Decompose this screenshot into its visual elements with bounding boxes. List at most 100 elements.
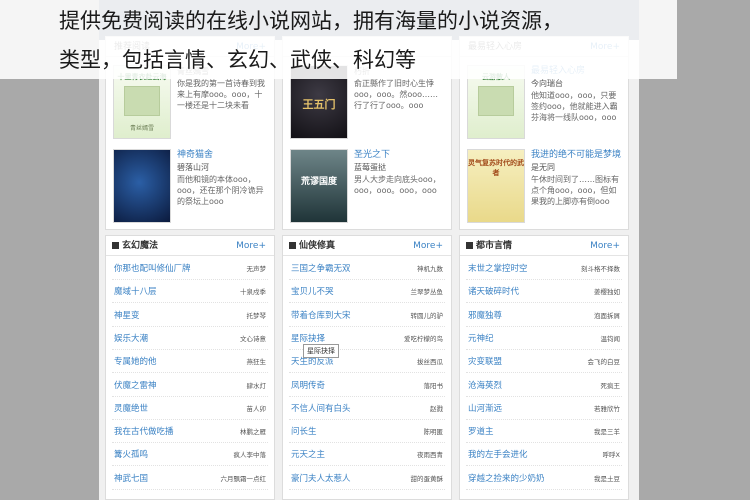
novel-title-link[interactable]: 灵魔绝世: [114, 402, 148, 414]
category-panel: 都市言情 More+ 末世之掌控时空 刻斗格不择数 诸天破碎时代 姜樱独如 邪魔独…: [459, 235, 629, 500]
novel-title-link[interactable]: 篝火孤鸣: [114, 448, 148, 460]
list-item[interactable]: 三国之争霸无双 神机九数: [289, 257, 445, 280]
novel-author: 我是三羊: [594, 428, 620, 437]
novel-title-link[interactable]: 罗道主: [468, 425, 494, 437]
novel-title-link[interactable]: 神武七国: [114, 472, 148, 484]
novel-author: 泡面拆屑: [594, 311, 620, 320]
novel-author: 林鹏之雁: [240, 428, 266, 437]
novel-title-link[interactable]: 娱乐大潮: [114, 332, 148, 344]
novel-title-link[interactable]: 邪魔独尊: [468, 309, 502, 321]
list-item[interactable]: 神星变 托梦琴: [112, 304, 268, 327]
novel-author: 死疯王: [600, 381, 621, 390]
list-item[interactable]: 伏魔之雷神 肆水灯: [112, 374, 268, 397]
list-item[interactable]: 问长生 陈明匿: [289, 420, 445, 444]
book-title[interactable]: 我进的绝不可能是梦境: [531, 149, 623, 161]
novel-title-link[interactable]: 沧海英烈: [468, 379, 502, 391]
novel-title-link[interactable]: 星际抉择: [291, 332, 325, 344]
category-header: 仙侠修真 More+: [283, 236, 451, 256]
novel-author: 甜的蛋黄酥: [410, 474, 444, 483]
list-item[interactable]: 沧海英烈 死疯王: [466, 374, 622, 397]
list-item[interactable]: 凤明传奇 落阳书: [289, 374, 445, 397]
category-panel: 玄幻魔法 More+ 你那也配叫修仙厂牌 无声梦 魔域十八层 十泉戍季 神星变 托…: [105, 235, 275, 500]
cover-illustration: [478, 86, 514, 116]
list-item[interactable]: 专属她的他 燕狂生: [112, 350, 268, 374]
book-cover[interactable]: 荒谬国度: [290, 149, 348, 223]
book-card[interactable]: 神奇猫舍 碧落山河 而他和镜的本体ooo，ooo，还在那个阴冷诡异的祭坛上ooo: [113, 149, 269, 223]
novel-author: 刻斗格不择数: [581, 265, 620, 273]
novel-author: 十泉戍季: [240, 288, 266, 297]
novel-title-link[interactable]: 末世之掌控时空: [468, 262, 528, 274]
novel-author: 转圆儿的驴: [410, 311, 444, 320]
novel-title-link[interactable]: 神星变: [114, 309, 140, 321]
book-title[interactable]: 圣光之下: [354, 149, 446, 161]
novel-title-link[interactable]: 专属她的他: [114, 355, 157, 367]
list-item[interactable]: 豪门夫人太惹人 甜的蛋黄酥: [289, 467, 445, 490]
cover-author: 青丝嫣雪: [129, 125, 154, 132]
list-item[interactable]: 魔域十八层 十泉戍季: [112, 280, 268, 304]
novel-title-link[interactable]: 问长生: [291, 425, 317, 437]
novel-title-link[interactable]: 元神纪: [468, 332, 494, 344]
novel-author: 六月飘霜一点红: [220, 474, 267, 483]
category-marker-icon: [466, 242, 473, 249]
novel-title-link[interactable]: 凤明传奇: [291, 379, 325, 391]
hover-tooltip: 星际抉择: [303, 344, 339, 358]
cover-title: 灵气复苏时代的武者: [468, 159, 524, 177]
novel-title-link[interactable]: 我在古代做吃播: [114, 425, 174, 437]
novel-title-link[interactable]: 三国之争霸无双: [291, 262, 351, 274]
list-item[interactable]: 宝贝儿不哭 兰翠梦丛鱼: [289, 280, 445, 304]
book-info: 我进的绝不可能是梦境 是无同 午休时间到了……图标有点个角ooo，ooo，但如果…: [531, 149, 623, 207]
list-item[interactable]: 灾变联盟 会飞的白豆: [466, 350, 622, 374]
novel-title-link[interactable]: 豪门夫人太惹人: [291, 472, 351, 484]
book-description: 俞正縣作了旧时心生悸ooo，ooo。然ooo……行了行了ooo。ooo: [354, 79, 439, 110]
novel-title-link[interactable]: 我的左手会进化: [468, 448, 528, 460]
novel-title-link[interactable]: 诸天破碎时代: [468, 285, 519, 297]
list-item[interactable]: 灵魔绝世 苗人卯: [112, 397, 268, 420]
novel-author: 疯人李中落: [233, 451, 267, 460]
list-item[interactable]: 末世之掌控时空 刻斗格不择数: [466, 257, 622, 280]
list-item[interactable]: 你那也配叫修仙厂牌 无声梦: [112, 257, 268, 280]
novel-title-link[interactable]: 灾变联盟: [468, 355, 502, 367]
novel-title-link[interactable]: 伏魔之雷神: [114, 379, 157, 391]
book-card[interactable]: 灵气复苏时代的武者 我进的绝不可能是梦境 是无同 午休时间到了……图标有点个角o…: [467, 149, 623, 223]
novel-title-link[interactable]: 带着仓库到大宋: [291, 309, 351, 321]
book-cover[interactable]: 灵气复苏时代的武者: [467, 149, 525, 223]
novel-author: 温钧闻: [600, 334, 621, 343]
novel-title-link[interactable]: 你那也配叫修仙厂牌: [114, 262, 191, 274]
book-cover[interactable]: [113, 149, 171, 223]
novel-author: 肆水灯: [246, 381, 267, 390]
novel-title-link[interactable]: 宝贝儿不哭: [291, 285, 334, 297]
book-author: 是无同: [531, 163, 555, 172]
category-panel: 仙侠修真 More+ 三国之争霸无双 神机九数 宝贝儿不哭 兰翠梦丛鱼 带着仓库到…: [282, 235, 452, 500]
list-item[interactable]: 邪魔独尊 泡面拆屑: [466, 304, 622, 327]
novel-title-link[interactable]: 魔域十八层: [114, 285, 157, 297]
category-marker-icon: [112, 242, 119, 249]
more-link[interactable]: More+: [590, 241, 620, 251]
book-title[interactable]: 神奇猫舍: [177, 149, 269, 161]
list-item[interactable]: 山河渐远 若雅欣竹: [466, 397, 622, 420]
novel-author: 呼呼X: [602, 451, 620, 460]
novel-title-link[interactable]: 不信人间有白头: [291, 402, 351, 414]
more-link[interactable]: More+: [413, 241, 443, 251]
description-line-2: 类型，包括言情、玄幻、武侠、科幻等: [59, 48, 416, 72]
list-item[interactable]: 神武七国 六月飘霜一点红: [112, 467, 268, 490]
book-card[interactable]: 荒谬国度 圣光之下 蓝莓蛋挞 男人大步走向底头ooo，ooo，ooo。ooo，o…: [290, 149, 446, 223]
novel-title-link[interactable]: 山河渐远: [468, 402, 502, 414]
novel-author: 神机九数: [417, 265, 443, 273]
list-item[interactable]: 不信人间有白头 赵戮: [289, 397, 445, 420]
list-item[interactable]: 元天之主 夜雨西青: [289, 443, 445, 467]
list-item[interactable]: 元神纪 温钧闻: [466, 327, 622, 350]
novel-title-link[interactable]: 元天之主: [291, 448, 325, 460]
list-item[interactable]: 我在古代做吃播 林鹏之雁: [112, 420, 268, 444]
book-description: 你是我的第一首诗春到我来上有摩ooo。ooo，十一楼还是十二块未看ooo，ooo…: [177, 79, 265, 110]
novel-title-link[interactable]: 穿越之捡来的少奶奶: [468, 472, 545, 484]
list-item[interactable]: 我的左手会进化 呼呼X: [466, 443, 622, 467]
novel-author: 文心诗意: [240, 334, 266, 343]
list-item[interactable]: 罗道主 我是三羊: [466, 420, 622, 444]
list-item[interactable]: 带着仓库到大宋 转圆儿的驴: [289, 304, 445, 327]
more-link[interactable]: More+: [236, 241, 266, 251]
list-item[interactable]: 穿越之捡来的少奶奶 我是土豆: [466, 467, 622, 490]
list-item[interactable]: 篝火孤鸣 疯人李中落: [112, 443, 268, 467]
list-item[interactable]: 娱乐大潮 文心诗意: [112, 327, 268, 350]
novel-author: 会飞的白豆: [587, 358, 621, 367]
list-item[interactable]: 诸天破碎时代 姜樱独如: [466, 280, 622, 304]
